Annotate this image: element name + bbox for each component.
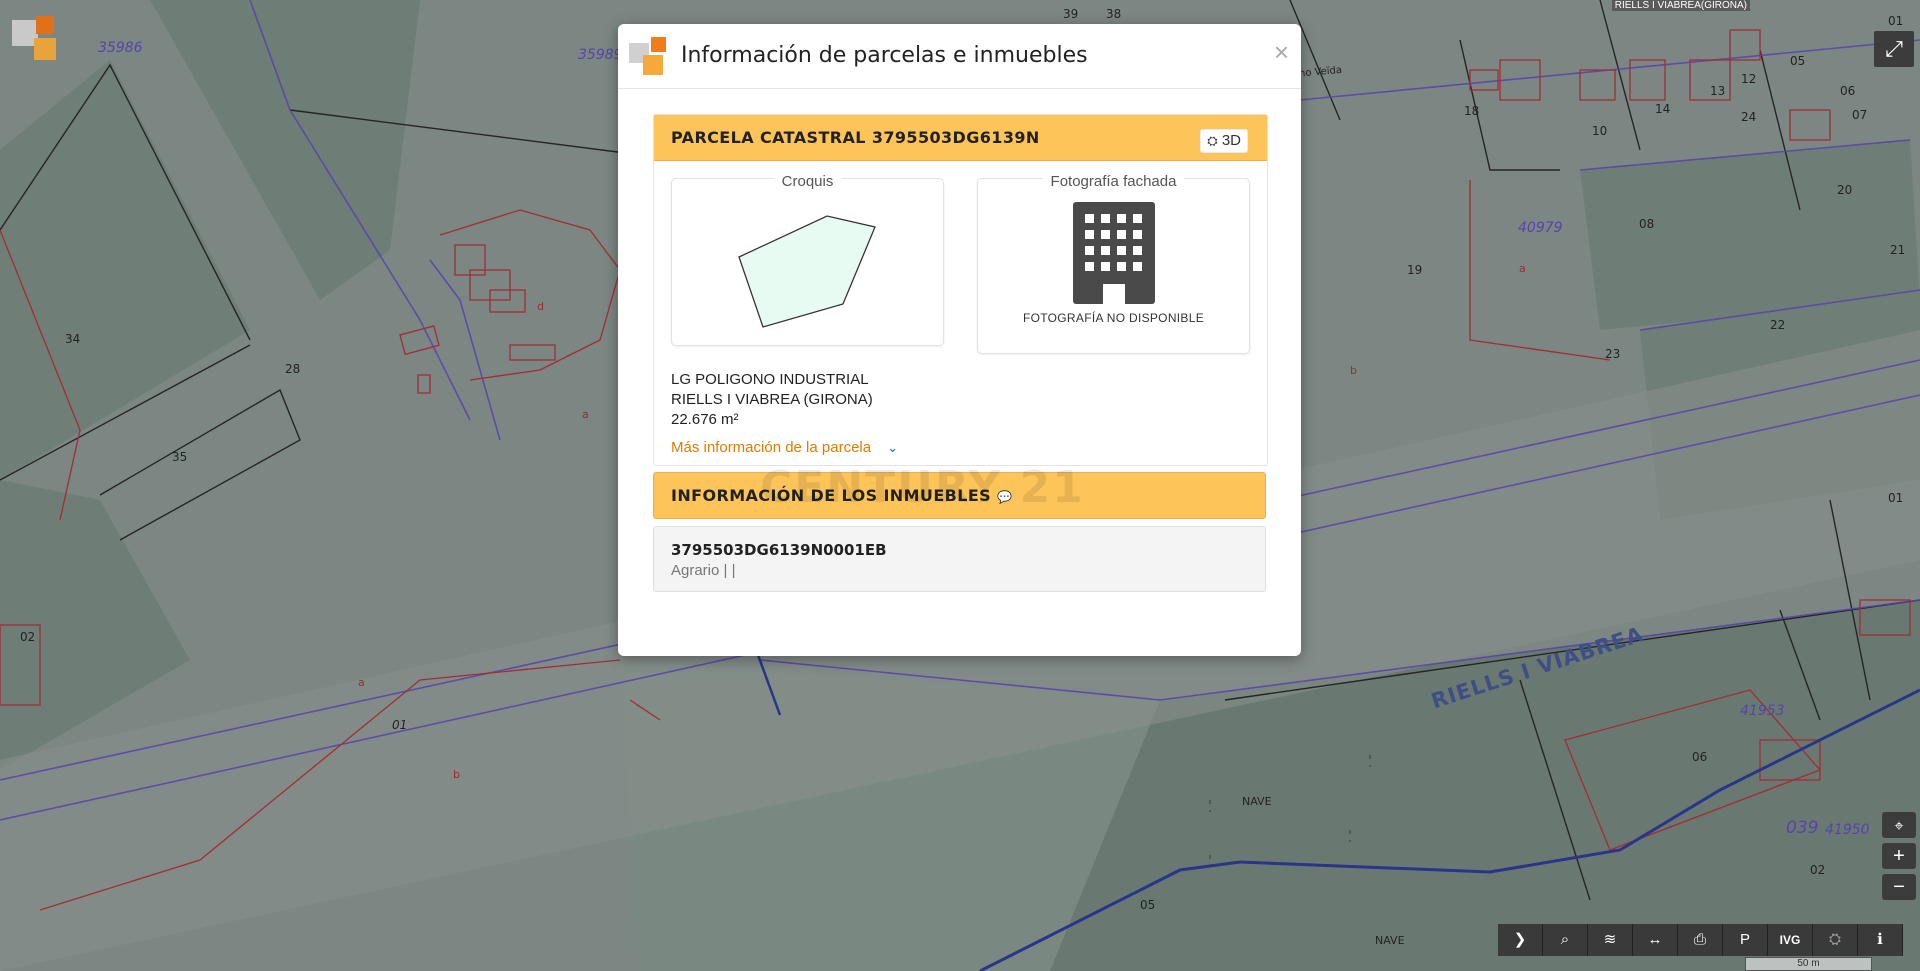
location-label: RIELLS I VIABREA(GIRONA) [1611,0,1750,11]
zoom-in-button[interactable]: + [1882,843,1916,869]
ivg-icon[interactable]: IVG [1768,924,1813,956]
chevron-right-icon[interactable]: ❯ [1498,924,1543,956]
app-logo[interactable] [12,14,62,64]
facade-photo-box: Fotografía fachada FOTOGRAFÍA NO DISPONI… [977,173,1250,354]
3d-icon: ⛭ [1207,133,1218,148]
dialog-header: Información de parcelas e inmuebles × [618,24,1301,89]
more-parcel-info-label: Más información de la parcela [671,439,872,456]
info-icon[interactable]: ℹ [1858,924,1903,956]
locate-button[interactable]: ⌖ [1882,812,1916,838]
locate-icon: ⌖ [1894,818,1904,835]
parcel-info-dialog: Información de parcelas e inmuebles × PA… [618,24,1301,656]
close-button[interactable]: × [1274,38,1289,66]
address-line-1: LG POLIGONO INDUSTRIAL [671,371,869,388]
parcel-area: 22.676 m² [671,411,739,428]
property-use: Agrario | | [671,562,736,579]
search-icon[interactable]: ⌕ [1543,924,1588,956]
3d-icon[interactable]: ⛭ [1813,924,1858,956]
catastro-icon [629,37,667,75]
parcel-sketch [738,215,876,328]
property-reference: 3795503DG6139N0001EB [671,541,887,559]
measure-icon[interactable]: ↔ [1633,924,1678,956]
zoom-out-button[interactable]: − [1882,874,1916,900]
building-icon [1073,202,1155,304]
fullscreen-button[interactable]: ⤢ [1874,31,1914,67]
scale-bar: 50 m [1745,957,1872,971]
address-line-2: RIELLS I VIABREA (GIRONA) [671,391,873,408]
view-3d-label: 3D [1221,132,1241,149]
parcel-reference: PARCELA CATASTRAL 3795503DG6139N [671,128,1040,147]
parcel-panel: PARCELA CATASTRAL 3795503DG6139N ⛭ 3D Cr… [653,114,1268,466]
map-toolbar: ❯ ⌕ ≋ ↔ ⎙ P IVG ⛭ ℹ [1498,924,1903,956]
facade-photo-label: Fotografía fachada [1042,173,1185,190]
dialog-title: Información de parcelas e inmuebles [681,43,1088,68]
parcel-panel-header: PARCELA CATASTRAL 3795503DG6139N ⛭ 3D [654,115,1267,161]
property-item[interactable]: 3795503DG6139N0001EB Agrario | | [653,526,1266,592]
more-parcel-info-link[interactable]: Más información de la parcela ⌄ [671,439,898,456]
sketch-box: Croquis [671,173,944,346]
expand-icon: ⤢ [1885,36,1903,61]
layers-icon[interactable]: ≋ [1588,924,1633,956]
photo-unavailable-text: FOTOGRAFÍA NO DISPONIBLE [1022,311,1204,325]
view-3d-button[interactable]: ⛭ 3D [1200,129,1248,153]
parking-icon[interactable]: P [1723,924,1768,956]
watermark: CENTURY 21 [760,462,1085,513]
chevron-down-icon: ⌄ [887,440,899,455]
print-icon[interactable]: ⎙ [1678,924,1723,956]
